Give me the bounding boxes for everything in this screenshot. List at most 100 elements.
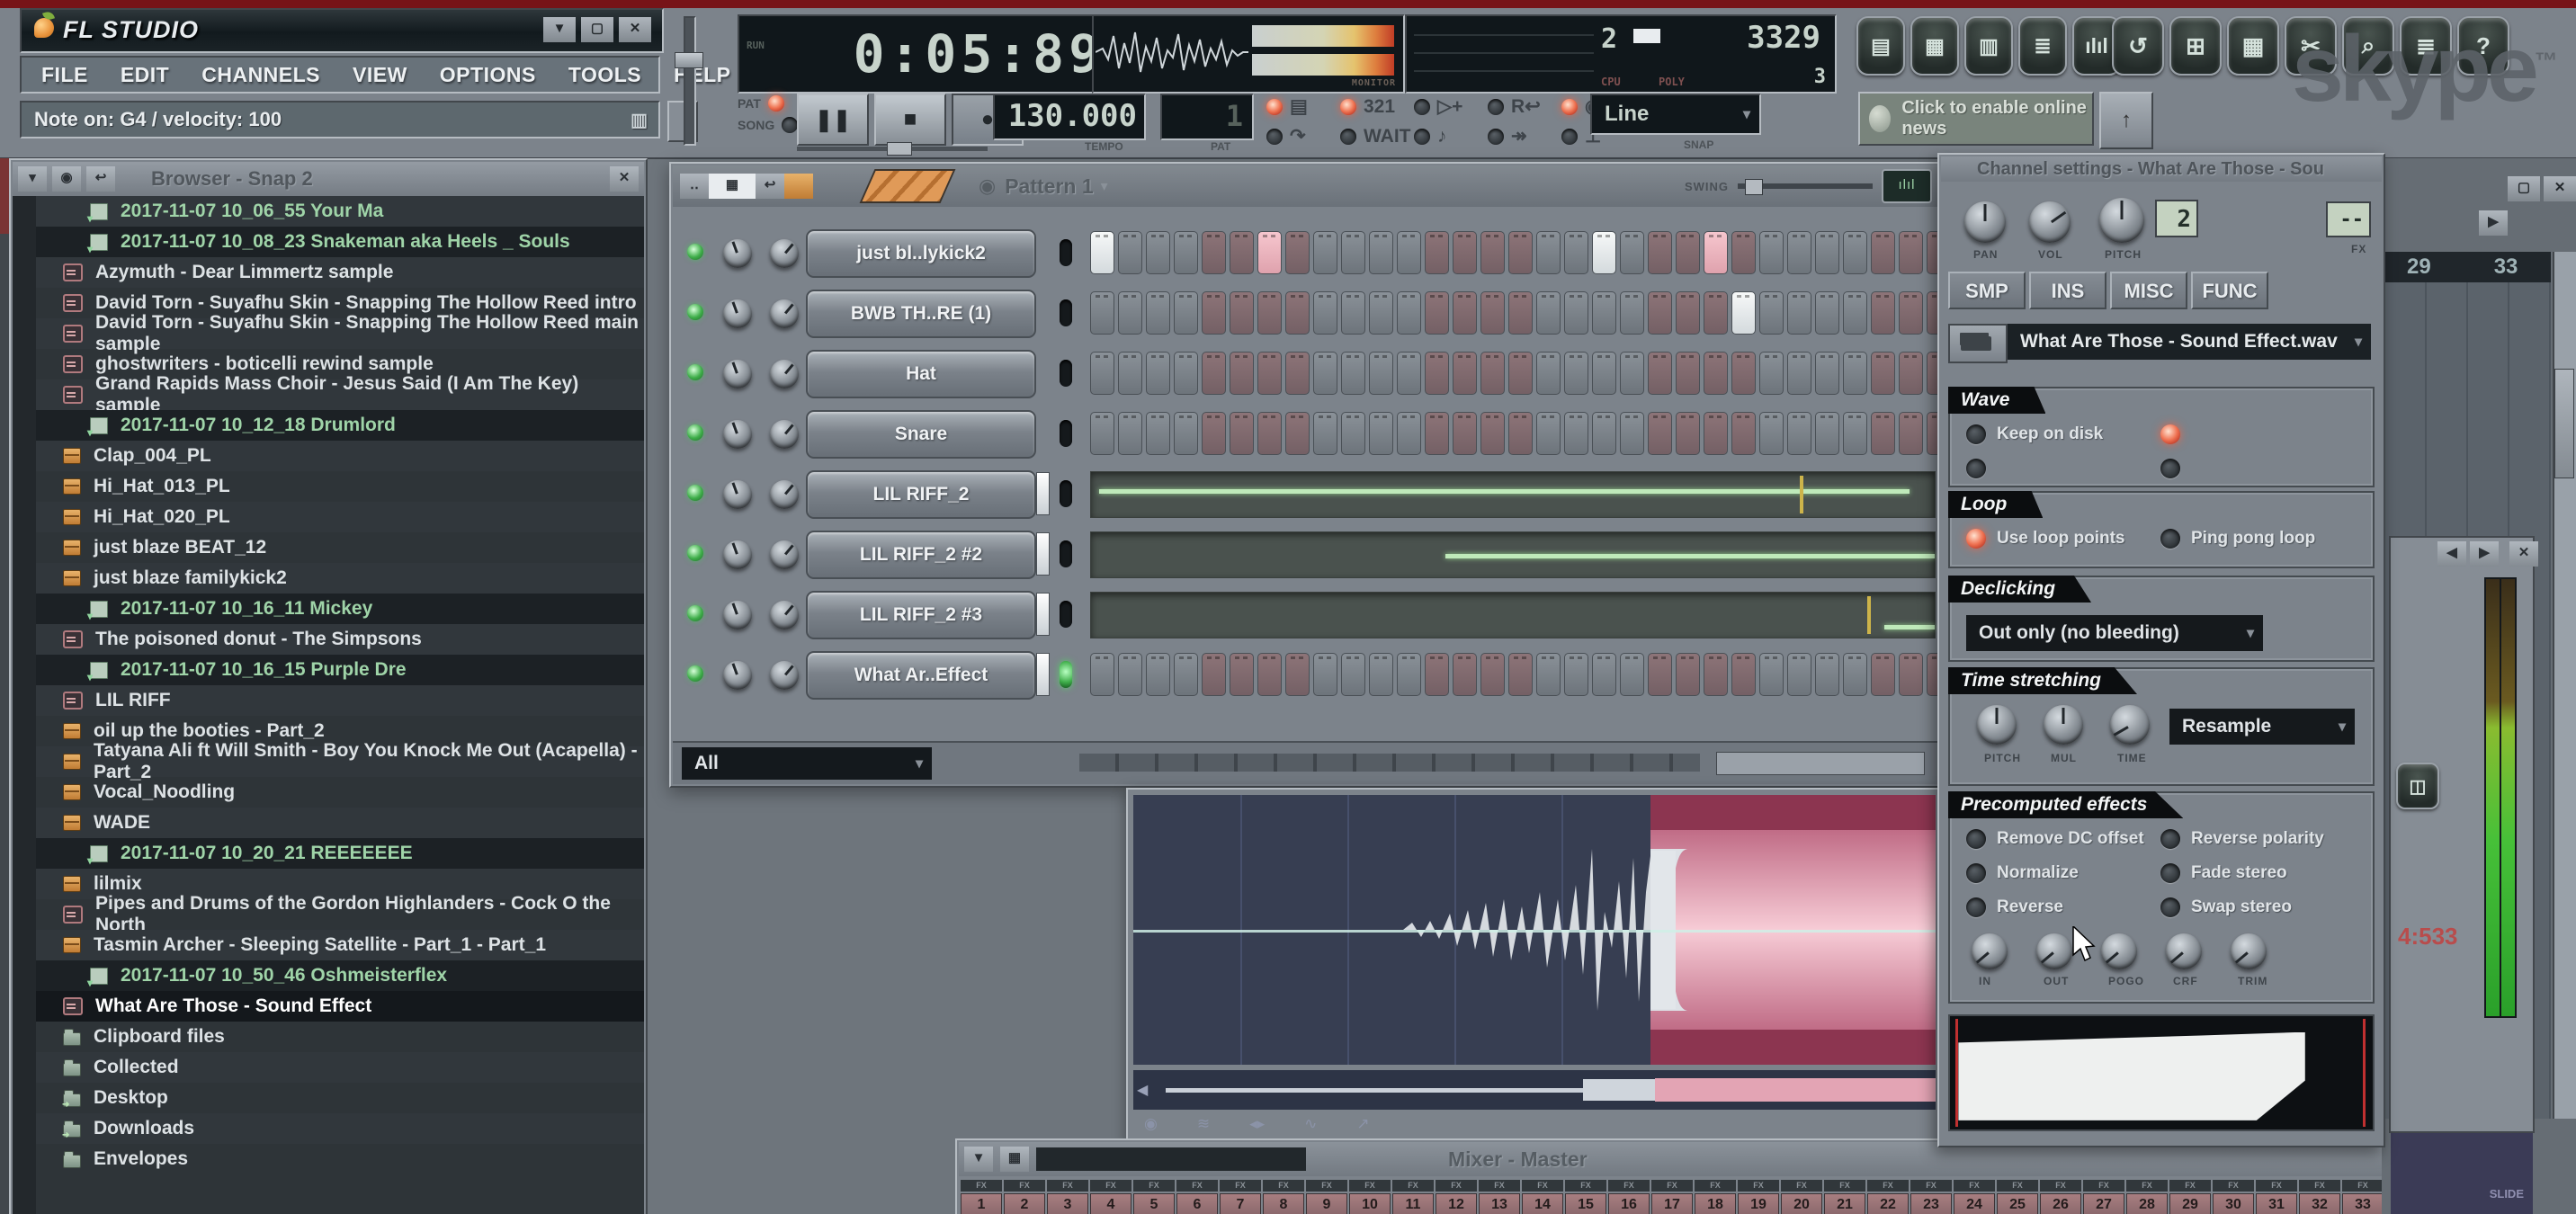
step-cell[interactable] (1759, 291, 1784, 335)
list-item[interactable]: WADE (36, 808, 644, 838)
precomputed-trim-knob[interactable] (2231, 933, 2267, 969)
step-cell[interactable] (1341, 231, 1365, 274)
channel-pan-knob[interactable] (723, 360, 752, 388)
mixer-strip[interactable]: FX10 (1349, 1180, 1391, 1214)
precomputed-in-knob[interactable] (1972, 933, 2008, 969)
channel-volume-knob[interactable] (770, 661, 799, 690)
step-cell[interactable] (1620, 653, 1644, 696)
step-cell[interactable] (1564, 412, 1588, 455)
tab-ins[interactable]: INS (2029, 272, 2106, 309)
step-cell[interactable] (1425, 231, 1449, 274)
step-cell[interactable] (1843, 291, 1867, 335)
list-item[interactable]: Collected (36, 1052, 644, 1083)
snap-selector[interactable]: Line▾ (1590, 94, 1761, 135)
step-cell[interactable] (1731, 231, 1756, 274)
step-cell[interactable] (1759, 352, 1784, 395)
list-item[interactable]: Hi_Hat_020_PL (36, 502, 644, 532)
tab-smp[interactable]: SMP (1948, 272, 2026, 309)
step-cell[interactable] (1648, 352, 1672, 395)
record-option-led[interactable] (1488, 99, 1504, 115)
menu-item-file[interactable]: FILE (41, 63, 88, 87)
editor-tool-icon[interactable]: ≋ (1197, 1115, 1210, 1133)
waveform-overview[interactable]: ◀ (1133, 1070, 1936, 1110)
step-cell[interactable] (1564, 653, 1588, 696)
list-item[interactable]: just blaze familykick2 (36, 563, 644, 594)
step-cell[interactable] (1536, 412, 1561, 455)
browser-target-button[interactable]: ◉ (52, 166, 81, 192)
step-cell[interactable] (1508, 291, 1533, 335)
editor-tool-icon[interactable]: ↗ (1356, 1115, 1369, 1133)
step-cell[interactable] (1230, 352, 1254, 395)
playlist-close-button[interactable]: ✕ (2544, 176, 2576, 201)
channel-enable-led[interactable] (687, 424, 703, 441)
step-cell[interactable] (1843, 352, 1867, 395)
mixer-strip[interactable]: FX17 (1651, 1180, 1693, 1214)
step-cell[interactable] (1257, 231, 1282, 274)
option-led[interactable] (2160, 529, 2180, 549)
mixer-strip[interactable]: FX26 (2040, 1180, 2081, 1214)
step-cell[interactable] (1230, 412, 1254, 455)
list-item[interactable]: 2017-11-07 10_20_21 REEEEEEE (36, 838, 644, 869)
channel-mute-led[interactable] (1060, 601, 1072, 628)
option-led[interactable] (1966, 829, 1986, 849)
list-item[interactable]: Tatyana Ali ft Will Smith - Boy You Knoc… (36, 746, 644, 777)
option-led[interactable] (2160, 459, 2180, 478)
list-item[interactable]: 2017-11-07 10_06_55 Your Ma (36, 196, 644, 227)
channel-enable-led[interactable] (687, 605, 703, 621)
pat-song-switch[interactable]: PAT SONG (738, 95, 798, 133)
step-cell[interactable] (1313, 291, 1337, 335)
channel-button[interactable]: LIL RIFF_2 #2 (806, 531, 1036, 579)
close-button[interactable]: ✕ (619, 17, 651, 42)
list-item[interactable]: Downloads (36, 1113, 644, 1144)
mixer-strip[interactable]: FX16 (1608, 1180, 1650, 1214)
list-item[interactable]: Pipes and Drums of the Gordon Highlander… (36, 899, 644, 930)
playlist-window-button[interactable]: ▤ (1856, 16, 1905, 76)
step-cell[interactable] (1285, 352, 1310, 395)
browser-close-button[interactable]: ✕ (610, 166, 639, 192)
pattern-minimap[interactable] (1079, 754, 1700, 772)
mixer-strip[interactable]: FX1 (961, 1180, 1002, 1214)
volume-knob[interactable] (2029, 201, 2071, 243)
record-option-led[interactable] (1414, 99, 1430, 115)
channel-volume-knob[interactable] (770, 420, 799, 449)
channel-settings-title[interactable]: Channel settings - What Are Those - Sou (1941, 156, 2382, 182)
step-cell[interactable] (1592, 291, 1616, 335)
editor-tool-icon[interactable]: ◉ (1144, 1115, 1158, 1133)
step-cell[interactable] (1202, 412, 1226, 455)
channel-select-bar[interactable] (1036, 653, 1050, 696)
list-item[interactable]: Grand Rapids Mass Choir - Jesus Said (I … (36, 379, 644, 410)
step-cell[interactable] (1731, 653, 1756, 696)
step-cell[interactable] (1787, 412, 1811, 455)
option-led[interactable] (1966, 897, 1986, 917)
playlist-ruler[interactable]: 2933 (2385, 252, 2551, 282)
pattern-number-display[interactable]: 1 (1160, 94, 1254, 140)
waveform-display[interactable] (1133, 795, 1936, 1065)
step-cell[interactable] (1815, 352, 1839, 395)
mixer-strip[interactable]: FX11 (1392, 1180, 1434, 1214)
mixer-strip[interactable]: FX2 (1004, 1180, 1045, 1214)
list-item[interactable]: Envelopes (36, 1144, 644, 1174)
step-cell[interactable] (1202, 231, 1226, 274)
step-cell[interactable] (1285, 653, 1310, 696)
mixer-strip[interactable]: FX28 (2126, 1180, 2168, 1214)
step-cell[interactable] (1118, 231, 1142, 274)
list-item[interactable]: Desktop (36, 1083, 644, 1113)
step-cell[interactable] (1146, 412, 1170, 455)
channel-filter-selector[interactable]: All▾ (682, 747, 932, 780)
step-cell[interactable] (1676, 291, 1700, 335)
mixer-strip[interactable]: FX3 (1047, 1180, 1088, 1214)
step-cell[interactable] (1704, 352, 1728, 395)
channel-pan-knob[interactable] (723, 661, 752, 690)
mixer-strip[interactable]: FX18 (1695, 1180, 1736, 1214)
option-led[interactable] (1966, 459, 1986, 478)
mixer-strip[interactable]: FX8 (1263, 1180, 1304, 1214)
step-cell[interactable] (1369, 291, 1393, 335)
step-cell[interactable] (1731, 291, 1756, 335)
option-led[interactable] (2160, 897, 2180, 917)
step-cell[interactable] (1341, 412, 1365, 455)
channel-enable-led[interactable] (687, 364, 703, 380)
channel-volume-knob[interactable] (770, 601, 799, 629)
step-cell[interactable] (1899, 653, 1923, 696)
list-item[interactable]: The poisoned donut - The Simpsons (36, 624, 644, 655)
step-cell[interactable] (1648, 653, 1672, 696)
